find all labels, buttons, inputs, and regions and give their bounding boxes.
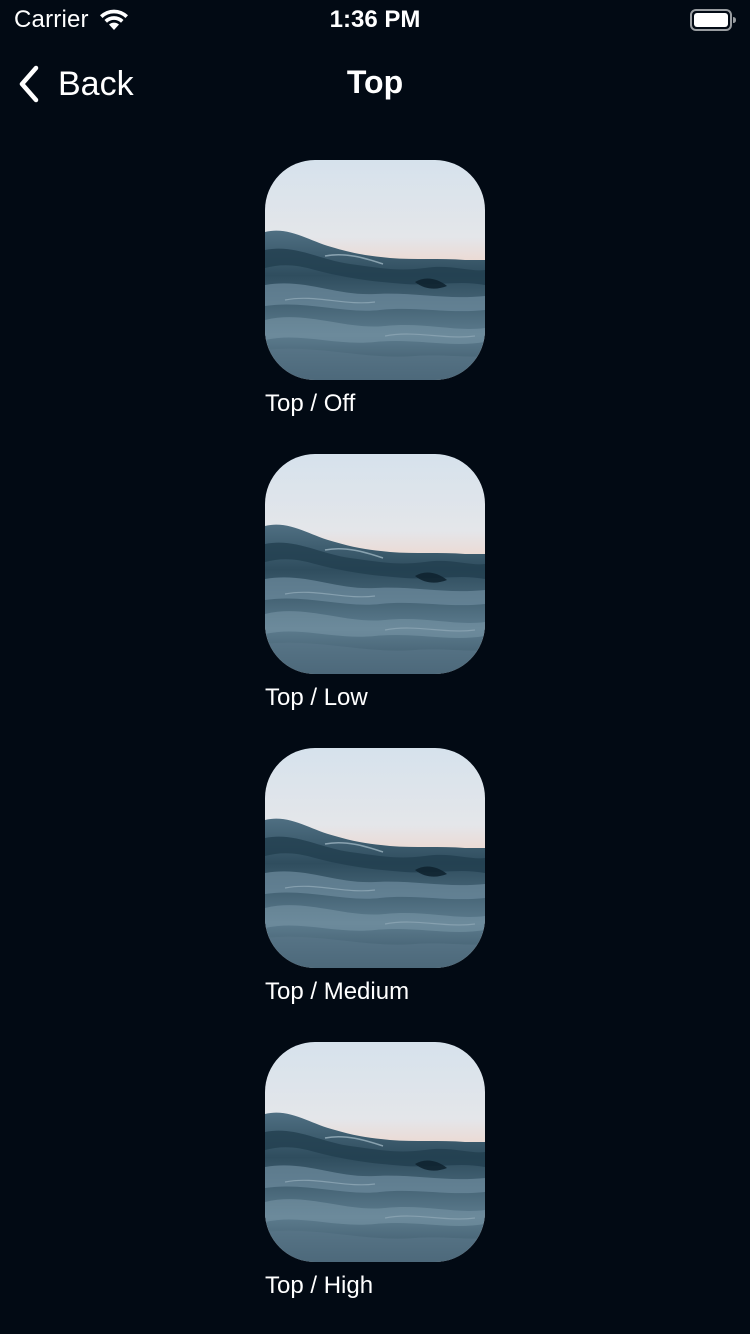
- list-item[interactable]: Top / Off: [265, 160, 485, 454]
- ocean-thumbnail-image: [265, 748, 485, 968]
- item-label: Top / Low: [265, 684, 368, 711]
- ocean-thumbnail-image: [265, 454, 485, 674]
- status-time: 1:36 PM: [329, 6, 421, 33]
- variant-list: Top / Off Top / Low Top / Medium Top / H…: [265, 160, 485, 1334]
- item-label: Top / High: [265, 1272, 374, 1299]
- ocean-thumbnail-image: [265, 1042, 485, 1262]
- screen: Carrier 1:36 PM Back Top Top / Off Top /…: [0, 0, 750, 1334]
- list-item[interactable]: Top / Medium: [265, 748, 485, 1042]
- page-title: Top: [346, 64, 404, 100]
- battery-icon: [690, 9, 736, 31]
- status-bar: Carrier 1:36 PM: [0, 0, 750, 40]
- item-label: Top / Medium: [265, 978, 410, 1005]
- navigation-bar: Back Top: [0, 40, 750, 128]
- ocean-thumbnail-image: [265, 160, 485, 380]
- item-label: Top / Off: [265, 390, 356, 417]
- list-item[interactable]: Top / Low: [265, 454, 485, 748]
- list-item[interactable]: Top / High: [265, 1042, 485, 1334]
